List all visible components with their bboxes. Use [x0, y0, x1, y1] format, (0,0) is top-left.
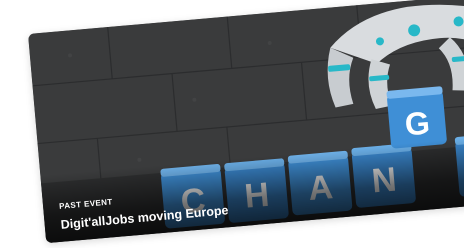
svg-text:G: G	[403, 104, 431, 142]
cube-G-lifted: G	[386, 86, 447, 149]
event-card[interactable]: C H A N G	[28, 0, 464, 244]
page: C H A N G	[0, 0, 464, 248]
